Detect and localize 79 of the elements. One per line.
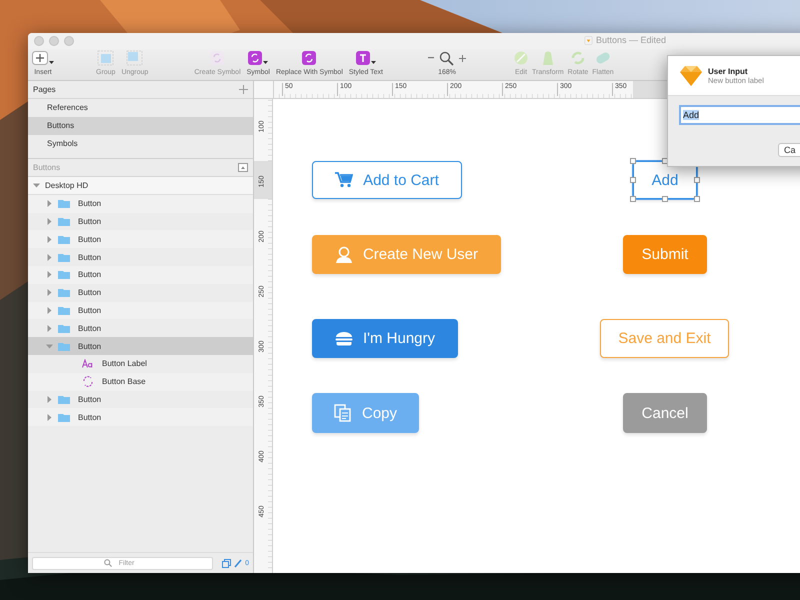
disclosure-icon[interactable] [46,414,53,421]
disclosure-icon[interactable] [33,182,40,189]
folder-icon [58,234,70,244]
canvas-button[interactable]: Add [633,161,697,199]
resize-handle[interactable] [662,196,668,202]
copy-icon [334,404,352,422]
symbol-icon [248,51,262,65]
collapse-icon[interactable] [238,163,248,172]
plus-icon [32,51,48,65]
dialog-title: User Input [708,66,749,76]
canvas-button[interactable]: I'm Hungry [312,319,458,358]
disclosure-icon[interactable] [46,324,53,332]
zoom-button[interactable] [64,36,74,46]
resize-handle[interactable] [694,177,700,183]
copy-icon[interactable] [222,558,232,568]
disclosure-icon[interactable] [46,218,53,225]
resize-handle[interactable] [694,196,700,202]
folder-icon [58,270,70,280]
page-item[interactable]: Buttons [28,117,253,135]
layer-row[interactable]: Button [28,194,253,213]
disclosure-icon[interactable] [46,396,53,403]
folder-icon [58,288,70,298]
section-title: Pages [33,85,56,94]
text-icon [82,359,94,368]
pen-circle-icon [514,51,528,65]
layer-row[interactable]: Button [28,212,253,230]
layer-row[interactable]: Desktop HD [28,177,253,195]
resize-handle[interactable] [630,158,636,164]
folder-icon [58,306,70,315]
disclosure-icon[interactable] [46,342,53,350]
label-field[interactable]: Add [679,105,800,125]
symbol-icon [210,51,224,65]
layer-row[interactable]: Button [28,408,253,426]
layer-row[interactable]: Button [28,337,253,355]
disclosure-icon[interactable] [46,200,53,208]
disclosure-icon[interactable] [46,289,53,296]
burger-icon [334,331,353,346]
document-icon [584,36,593,45]
resize-handle[interactable] [630,196,636,202]
page-item[interactable]: References [28,99,253,117]
symbol-icon [302,51,316,65]
layer-row[interactable]: Button [28,230,253,248]
layer-row[interactable]: Button [28,302,253,320]
folder-icon [58,216,70,226]
disclosure-icon[interactable] [46,254,53,261]
caret-icon [49,61,54,64]
folder-icon [58,412,70,422]
folder-icon [58,342,70,351]
folder-icon [58,199,70,208]
text-style-icon [356,51,370,65]
pen-icon[interactable] [234,558,242,568]
symbol-icon [82,376,94,388]
folder-icon [58,324,70,333]
section-title: Buttons [33,163,60,172]
search-icon [439,50,454,66]
add-icon[interactable] [239,85,248,94]
folder-icon [58,252,70,262]
layer-row[interactable]: Button Base [28,372,253,391]
caret-icon [370,61,376,64]
disclosure-icon[interactable] [46,306,53,314]
page-item[interactable]: Symbols [28,135,253,153]
canvas-button[interactable]: Add to Cart [312,161,462,199]
cart-icon [335,172,354,188]
disclosure-icon[interactable] [46,271,53,278]
diamond-icon [680,66,702,86]
zoom-in-icon[interactable] [459,54,466,62]
close-button[interactable] [34,36,44,46]
layer-row[interactable]: Button [28,266,253,284]
folder-icon [58,394,70,404]
dialog-button[interactable]: Ca [778,143,800,157]
window-title: Buttons — Edited [596,35,666,45]
disclosure-icon[interactable] [46,236,53,243]
minimize-button[interactable] [49,36,59,46]
rotate-icon [570,51,586,65]
search-icon [104,559,112,567]
user-icon [334,246,353,264]
resize-handle[interactable] [630,177,636,183]
layer-row[interactable]: Button [28,390,253,408]
caret-icon [263,61,268,64]
